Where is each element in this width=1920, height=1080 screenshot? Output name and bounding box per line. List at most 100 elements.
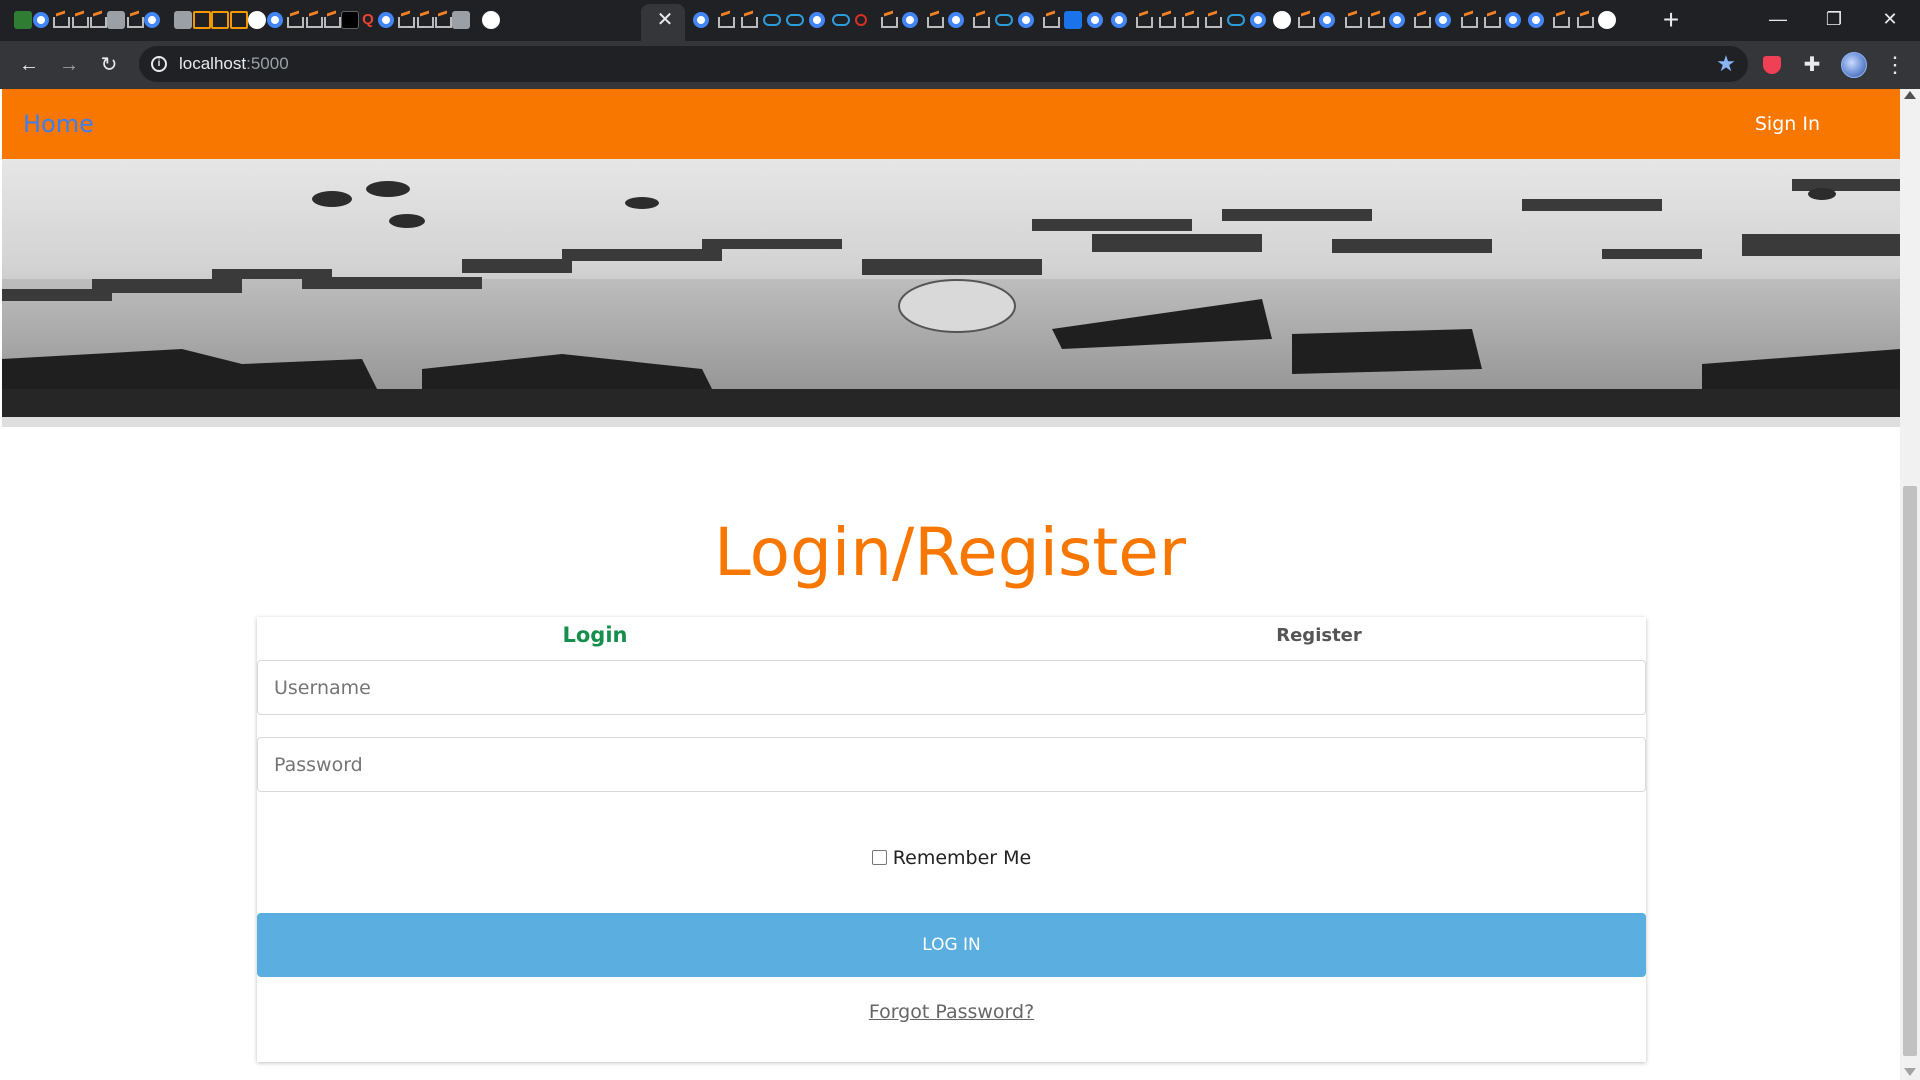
tab-register[interactable]: Register [949, 625, 1689, 646]
pocket-extension-icon[interactable] [1763, 56, 1781, 74]
reload-icon[interactable]: ↻ [97, 53, 121, 77]
stackoverflow-icon[interactable] [1041, 11, 1060, 29]
back-icon[interactable]: ← [17, 53, 41, 77]
stackoverflow-icon[interactable] [1180, 11, 1200, 29]
harbor-photo-graphic [2, 179, 1900, 427]
google-icon[interactable] [901, 12, 918, 28]
stackoverflow-icon[interactable] [51, 11, 70, 29]
forgot-password-link[interactable]: Forgot Password? [257, 1001, 1646, 1023]
stackoverflow-icon[interactable] [1575, 11, 1594, 29]
stackoverflow-icon[interactable] [971, 11, 991, 29]
grid-app-icon[interactable] [106, 11, 125, 29]
stackoverflow-icon[interactable] [125, 11, 144, 29]
new-tab-icon[interactable]: + [1659, 6, 1683, 34]
stackoverflow-icon[interactable] [1296, 11, 1316, 29]
username-input[interactable] [257, 660, 1646, 715]
stackoverflow-icon[interactable] [1412, 11, 1432, 29]
remember-me-row: Remember Me [257, 847, 1646, 869]
google-icon[interactable] [1087, 12, 1104, 28]
restore-icon[interactable]: ❐ [1806, 0, 1862, 38]
stackoverflow-icon[interactable] [1551, 11, 1571, 29]
site-info-icon[interactable]: i [151, 56, 167, 72]
stackoverflow-icon[interactable] [1343, 11, 1362, 29]
github-icon[interactable] [340, 11, 359, 29]
close-window-icon[interactable]: ✕ [1862, 0, 1918, 38]
tab-login[interactable]: Login [257, 623, 933, 647]
link-app-icon[interactable] [994, 14, 1013, 26]
stackoverflow-icon[interactable] [1203, 11, 1223, 29]
scroll-down-arrow-icon[interactable] [1904, 1068, 1916, 1076]
stackoverflow-icon[interactable] [88, 11, 107, 29]
nav-home-link[interactable]: Home [23, 110, 94, 138]
login-button[interactable]: LOG IN [257, 913, 1646, 977]
google-icon[interactable] [143, 12, 160, 28]
link-app-icon[interactable] [785, 14, 804, 26]
record-icon[interactable] [855, 14, 868, 26]
link-app-icon[interactable] [832, 14, 851, 26]
stackoverflow-icon[interactable] [415, 11, 434, 29]
stackoverflow-icon[interactable] [1459, 11, 1478, 29]
remember-me-label[interactable]: Remember Me [893, 847, 1031, 869]
google-icon[interactable] [377, 12, 394, 28]
google-icon[interactable] [948, 12, 965, 28]
quora-icon[interactable]: Q [359, 11, 377, 29]
profile-avatar[interactable] [1841, 52, 1867, 78]
browser-menu-icon[interactable]: ⋮ [1883, 53, 1907, 77]
stackoverflow-icon[interactable] [322, 11, 341, 29]
remember-me-checkbox[interactable] [871, 850, 887, 865]
hero-image [2, 159, 1900, 427]
pocket-app-icon[interactable] [1273, 11, 1291, 29]
arrow-app-icon[interactable] [174, 11, 192, 29]
stackoverflow-icon[interactable] [304, 11, 323, 29]
stackoverflow-icon[interactable] [1134, 11, 1153, 29]
cursor-app-icon[interactable] [1064, 11, 1083, 29]
stackoverflow-icon[interactable] [1157, 11, 1176, 29]
bookmark-star-icon[interactable]: ★ [1714, 52, 1738, 76]
stackoverflow-icon[interactable] [70, 11, 89, 29]
stackoverflow-icon[interactable] [1482, 11, 1501, 29]
scroll-up-arrow-icon[interactable] [1904, 91, 1916, 99]
extensions-icon[interactable]: ✚ [1800, 53, 1824, 77]
url-host: localhost [179, 54, 247, 73]
forward-icon[interactable]: → [57, 53, 81, 77]
medium-icon[interactable] [1597, 11, 1616, 29]
google-icon[interactable] [1110, 12, 1127, 28]
google-icon[interactable] [809, 12, 825, 28]
page-scrollbar[interactable] [1900, 89, 1920, 1080]
hourglass-icon[interactable] [211, 11, 229, 29]
password-input[interactable] [257, 737, 1646, 792]
green-calendar-icon[interactable] [14, 11, 32, 29]
orange-arc-icon[interactable] [192, 11, 211, 29]
google-icon[interactable] [1505, 12, 1521, 28]
stackoverflow-icon[interactable] [1366, 11, 1385, 29]
flag-app-icon[interactable] [451, 11, 470, 29]
minimize-icon[interactable]: — [1750, 0, 1806, 38]
chrome-icon[interactable] [482, 11, 500, 29]
google-icon[interactable] [1389, 12, 1405, 28]
google-icon[interactable] [266, 12, 283, 28]
google-icon[interactable] [693, 12, 709, 28]
page-title: Login/Register [713, 514, 1187, 591]
stackoverflow-icon[interactable] [925, 11, 944, 29]
stackoverflow-icon[interactable] [879, 11, 898, 29]
link-app-icon[interactable] [762, 14, 781, 26]
hourglass-icon[interactable] [229, 11, 248, 29]
stackoverflow-icon[interactable] [396, 11, 415, 29]
stackoverflow-icon[interactable] [739, 11, 759, 29]
scroll-thumb[interactable] [1903, 486, 1917, 1056]
google-icon[interactable] [1249, 12, 1266, 28]
stackoverflow-icon[interactable] [285, 11, 304, 29]
chrome-icon[interactable] [248, 11, 266, 29]
tab-close-icon[interactable]: ✕ [656, 9, 674, 31]
google-icon[interactable] [1528, 12, 1545, 28]
stackoverflow-icon[interactable] [716, 11, 736, 29]
google-icon[interactable] [1435, 12, 1452, 28]
google-icon[interactable] [1319, 12, 1336, 28]
google-icon[interactable] [1017, 12, 1034, 28]
google-icon[interactable] [32, 12, 49, 28]
link-app-icon[interactable] [1226, 14, 1245, 26]
nav-signin-link[interactable]: Sign In [1755, 113, 1820, 135]
address-bar[interactable]: i localhost:5000 ★ [139, 46, 1748, 82]
url-text[interactable]: localhost:5000 [179, 54, 289, 74]
stackoverflow-icon[interactable] [433, 11, 452, 29]
